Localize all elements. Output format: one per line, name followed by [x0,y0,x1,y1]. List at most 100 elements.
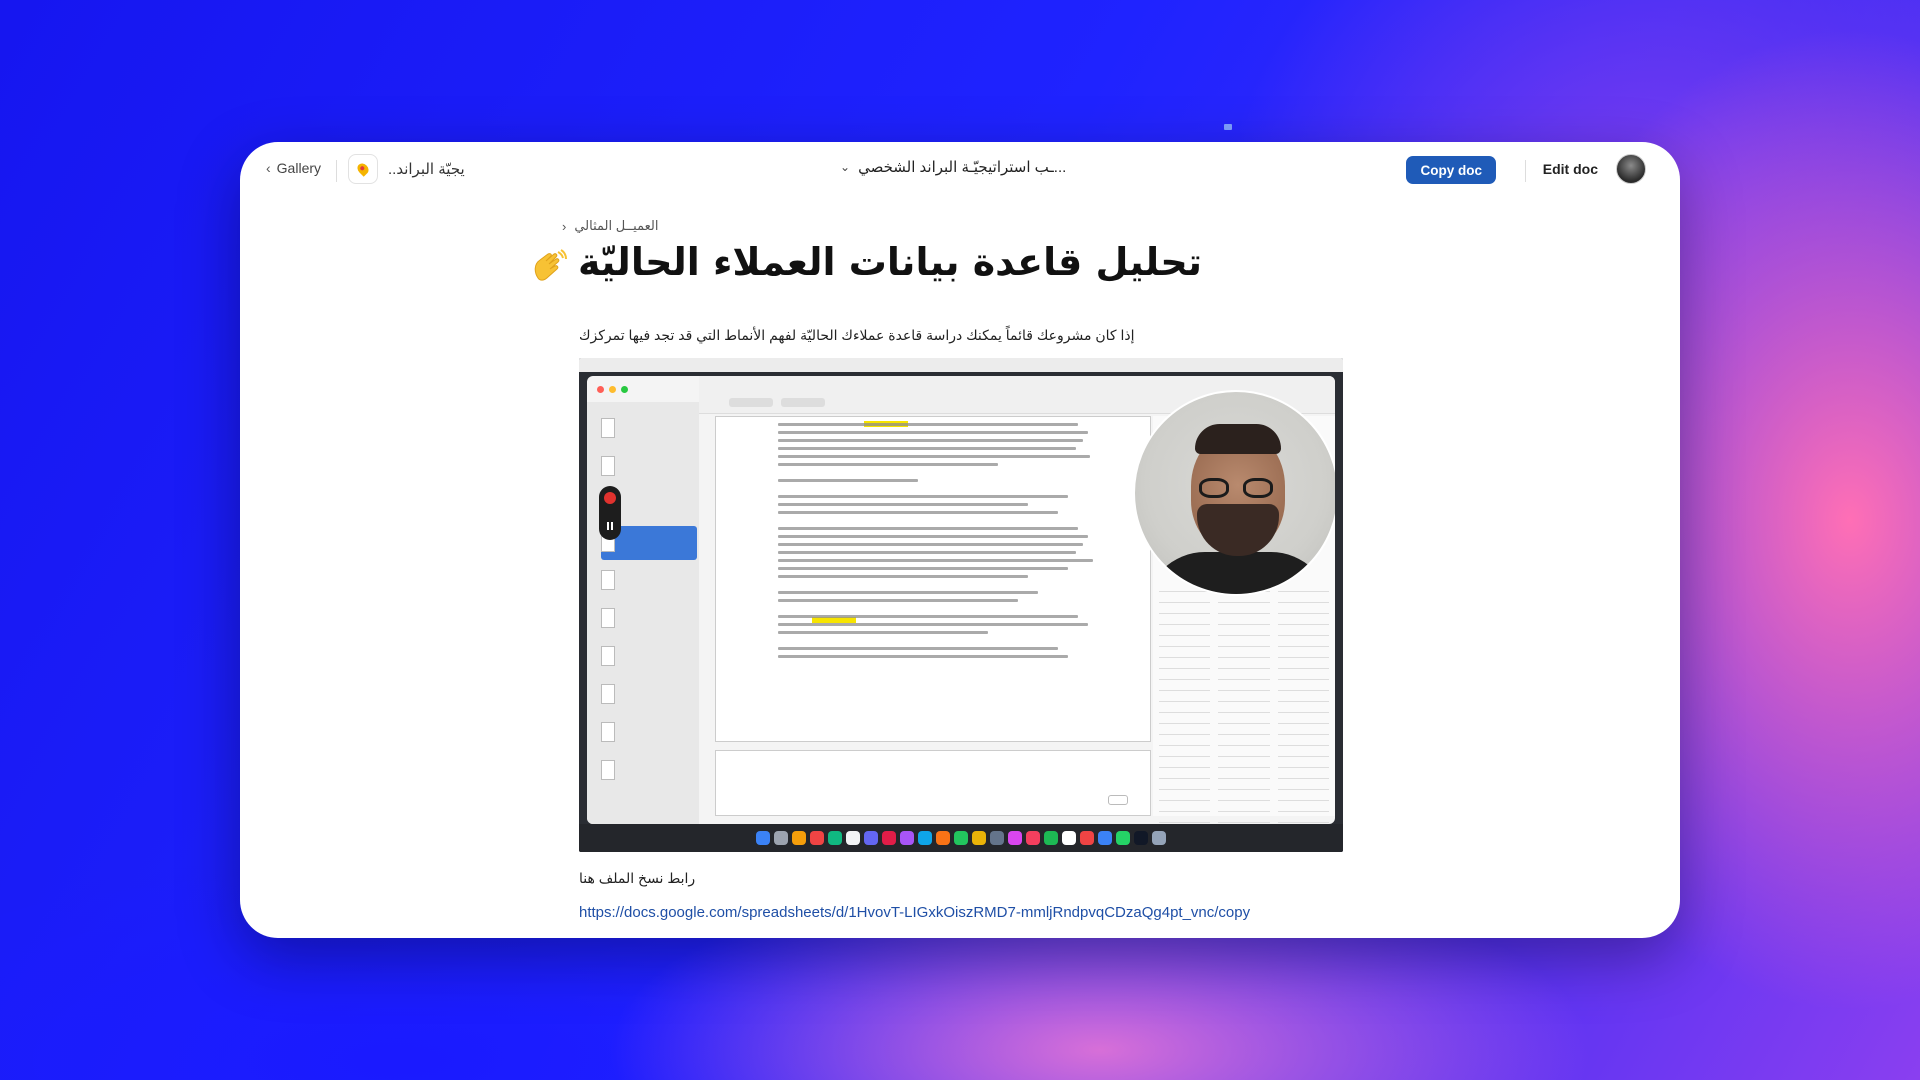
pdf-text-line [778,447,1076,450]
pdf-text-line [778,647,1058,650]
pdf-text-line [778,527,1078,530]
pdf-text-line [778,559,1093,562]
screen-sidebar [587,402,699,824]
pdf-text-line [778,503,1028,506]
pdf-text-line [778,599,1018,602]
dock-app-icon [810,831,824,845]
dock-app-icon [756,831,770,845]
pdf-text-line [778,591,1038,594]
webcam-overlay [1133,390,1335,596]
doc-chip[interactable]: ..يجيّة البراند [348,154,465,184]
pdf-text-line [778,551,1076,554]
copy-doc-button[interactable]: Copy doc [1406,156,1496,184]
dock-app-icon [1116,831,1130,845]
dock-app-icon [954,831,968,845]
dock-app-icon [882,831,896,845]
doc-title: ...ـب استراتيجيّـة البراند الشخصي [858,159,1067,176]
pdf-text-line [778,495,1068,498]
chevron-left-icon: ‹ [266,160,271,176]
dock-app-icon [1152,831,1166,845]
edit-doc-button[interactable]: Edit doc [1543,161,1598,177]
breadcrumb[interactable]: العميــل المثالي ‹ [562,218,658,234]
recording-control [599,486,621,540]
pdf-text-line [778,463,998,466]
screen-pdf-page-next [715,750,1151,816]
dock-app-icon [918,831,932,845]
dock-app-icon [1062,831,1076,845]
dock-app-icon [846,831,860,845]
panel-row [1159,608,1329,614]
divider [1525,160,1526,182]
dock-app-icon [900,831,914,845]
dock-app-icon [936,831,950,845]
gallery-button[interactable]: ‹ Gallery [266,160,321,176]
panel-row [1159,784,1329,790]
panel-row [1159,762,1329,768]
doc-title-dropdown[interactable]: ...ـب استراتيجيّـة البراند الشخصي ⌄ [840,158,1066,176]
pdf-text-line [778,575,1028,578]
panel-row [1159,718,1329,724]
pdf-text-line [778,423,1078,426]
copy-file-link[interactable]: https://docs.google.com/spreadsheets/d/1… [579,904,1250,921]
screen-dock [579,824,1343,852]
pdf-text-line [778,535,1088,538]
screen-app-window [587,376,1335,824]
page-title: تحليل قاعدة بيانات العملاء الحاليّة [578,240,1203,284]
pdf-text-line [778,455,1090,458]
pdf-text-line [778,543,1083,546]
panel-row [1159,696,1329,702]
intro-text: إذا كان مشروعك قائماً يمكنك دراسة قاعدة … [579,327,1135,343]
document-window: ‹ Gallery ..يجيّة البراند ...ـب استراتيج… [240,142,1680,938]
panel-row [1159,597,1329,603]
panel-row [1159,685,1329,691]
panel-row [1159,619,1329,625]
screen-pdf-page [715,416,1151,742]
panel-row [1159,707,1329,713]
divider [336,160,337,182]
video-embed[interactable] [579,358,1343,852]
panel-row [1159,773,1329,779]
doc-pin-icon [348,154,378,184]
panel-row [1159,795,1329,801]
dock-app-icon [1044,831,1058,845]
dock-app-icon [1098,831,1112,845]
pdf-text-line [778,439,1083,442]
panel-row [1159,652,1329,658]
gallery-label: Gallery [276,160,322,176]
pdf-text-line [778,655,1068,658]
dock-app-icon [1134,831,1148,845]
chevron-down-icon: ⌄ [840,160,851,174]
panel-row [1159,641,1329,647]
dock-app-icon [864,831,878,845]
pdf-text-line [778,567,1068,570]
breadcrumb-label: العميــل المثالي [574,218,659,233]
copy-file-label: رابط نسخ الملف هنا [579,870,696,886]
pdf-text-line [778,631,988,634]
panel-row [1159,817,1329,823]
dock-app-icon [792,831,806,845]
panel-row [1159,729,1329,735]
dock-app-icon [972,831,986,845]
dock-app-icon [990,831,1004,845]
doc-chip-label: ..يجيّة البراند [388,161,465,178]
pdf-text-line [778,431,1088,434]
top-indicator [1224,124,1232,130]
panel-row [1159,630,1329,636]
pdf-text-line [778,615,1078,618]
dock-app-icon [1026,831,1040,845]
pdf-text-line [778,623,1088,626]
avatar[interactable] [1616,154,1646,184]
panel-row [1159,674,1329,680]
panel-row [1159,663,1329,669]
panel-row [1159,806,1329,812]
screen-menubar [579,358,1343,372]
dock-app-icon [774,831,788,845]
dock-app-icon [1080,831,1094,845]
panel-row [1159,740,1329,746]
panel-row [1159,751,1329,757]
dock-app-icon [828,831,842,845]
waving-hand-icon [534,249,567,281]
top-bar: ‹ Gallery ..يجيّة البراند ...ـب استراتيج… [240,142,1680,202]
chevron-left-icon: ‹ [562,218,567,234]
dock-app-icon [1008,831,1022,845]
